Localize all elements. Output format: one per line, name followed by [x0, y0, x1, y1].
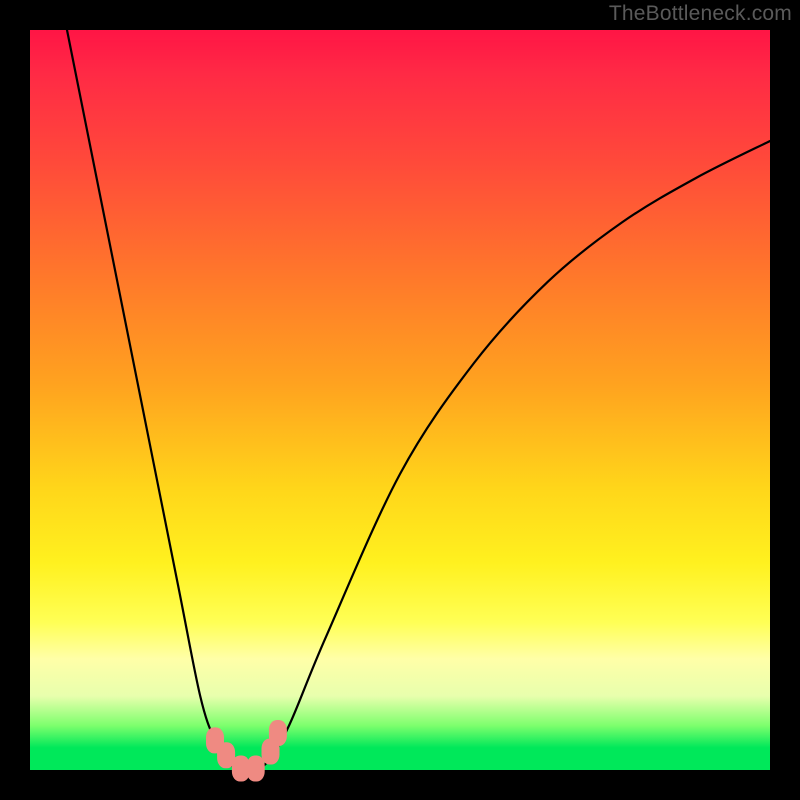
bottleneck-curve	[67, 30, 770, 771]
curve-marker	[247, 756, 265, 782]
watermark-text: TheBottleneck.com	[609, 2, 792, 26]
curve-marker	[269, 720, 287, 746]
plot-area	[30, 30, 770, 770]
curve-svg	[30, 30, 770, 770]
curve-markers	[206, 720, 287, 782]
chart-frame: TheBottleneck.com	[0, 0, 800, 800]
